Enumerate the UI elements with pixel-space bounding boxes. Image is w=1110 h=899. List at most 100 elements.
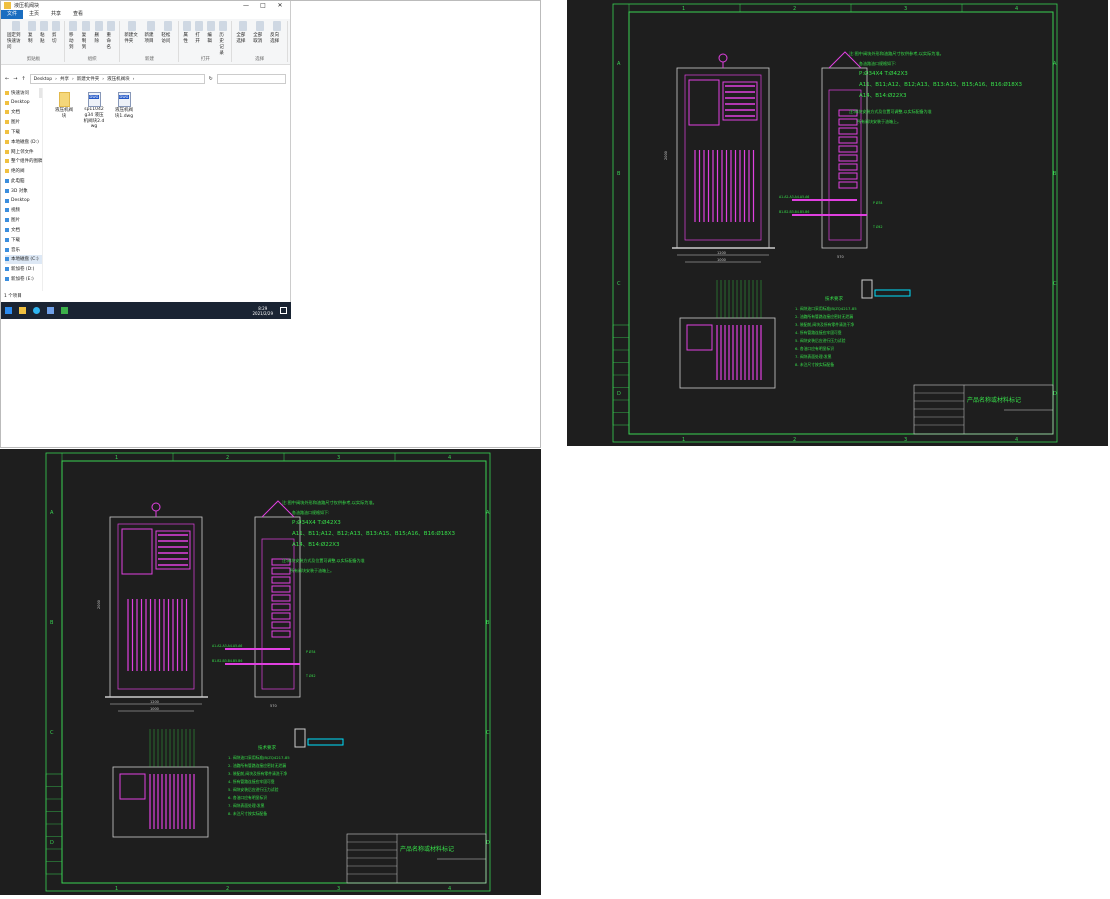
maximize-button[interactable]: □ xyxy=(256,2,270,9)
ribbon-group-label: 打开 xyxy=(200,57,210,62)
file-item[interactable]: 液压机阀块 xyxy=(53,92,75,287)
nav-item-label: 文档 xyxy=(11,228,20,234)
back-icon[interactable]: ← xyxy=(5,76,9,82)
ribbon-button[interactable]: 复制到 xyxy=(82,21,91,50)
tab-share[interactable]: 共享 xyxy=(45,10,67,19)
nav-item[interactable]: 音乐 xyxy=(5,245,42,255)
ribbon-button[interactable]: 轻松访问 xyxy=(161,21,174,44)
ribbon-button[interactable]: 属性 xyxy=(183,21,192,44)
nav-item[interactable]: 快速访问 xyxy=(5,88,42,98)
column-label: 4 xyxy=(1015,6,1018,12)
nav-item[interactable]: 绝的阀 xyxy=(5,166,42,176)
document-taskbar-icon[interactable] xyxy=(47,307,54,314)
nav-item[interactable]: 整个组件的图稿 xyxy=(5,157,42,167)
clock[interactable]: 8:29 2021/2/29 xyxy=(252,306,273,316)
ribbon-button-icon xyxy=(52,21,61,31)
browser-taskbar-icon[interactable] xyxy=(33,307,40,314)
ribbon-button[interactable]: 新建文件夹 xyxy=(124,21,140,44)
refresh-icon[interactable]: ↻ xyxy=(209,76,213,82)
file-item[interactable]: DWG sp11042g34 液压机阀块2.dwg xyxy=(83,92,105,287)
nav-item[interactable]: 本地磁盘 (D:) xyxy=(5,137,42,147)
drive-icon xyxy=(5,267,9,272)
nav-item[interactable]: 新加卷 (D:) xyxy=(5,264,42,274)
nav-item[interactable]: 图片 xyxy=(5,215,42,225)
ribbon-button[interactable]: 移动到 xyxy=(69,21,78,50)
spreadsheet-taskbar-icon[interactable] xyxy=(61,307,68,314)
port-label: P Ø34 xyxy=(306,649,316,654)
ribbon-button[interactable]: 全部取消 xyxy=(253,21,266,44)
dimension-label: 1200 xyxy=(717,251,726,255)
chevron-right-icon: › xyxy=(132,76,135,82)
ribbon-button-icon xyxy=(69,21,78,31)
ribbon-button[interactable]: 反向选择 xyxy=(270,21,283,44)
dwg-file-icon: DWG xyxy=(87,92,101,107)
tab-view[interactable]: 查看 xyxy=(67,10,89,19)
cad-text: 技术要求 xyxy=(258,744,276,751)
breadcrumb-item[interactable]: 新建文件夹 xyxy=(77,76,100,82)
ribbon-button-icon xyxy=(255,21,264,31)
file-item[interactable]: DWG 液压机阀块1.dwg xyxy=(113,92,135,287)
nav-item[interactable]: 下载 xyxy=(5,235,42,245)
side-valve xyxy=(838,163,858,171)
tab-file[interactable]: 文件 xyxy=(1,10,24,19)
ribbon-button[interactable]: 粘贴 xyxy=(40,21,49,44)
port-label: B1.B2.B3.B4.B5.B6 xyxy=(212,659,242,663)
ribbon-button-label: 删除 xyxy=(94,33,100,44)
nav-item[interactable]: 本地磁盘 (C:) xyxy=(5,254,42,265)
title-block xyxy=(913,384,1054,435)
column-label: 3 xyxy=(337,455,340,461)
ribbon-button-icon xyxy=(128,21,137,31)
ribbon-button[interactable]: 复制 xyxy=(28,21,37,44)
nav-item[interactable]: 3D 对象 xyxy=(5,186,42,196)
cad-drawing: 1 1 2 2 3 3 4 4 A A B B C C D D 1200 1000 2000 A1.A2.A3.A4.… xyxy=(45,452,491,892)
ribbon-button[interactable]: 重命名 xyxy=(107,21,116,50)
column-label: 2 xyxy=(226,455,229,461)
cad-text: P:Ø34X4 T:Ø42X3 xyxy=(292,519,341,526)
ribbon-button[interactable]: 编辑 xyxy=(207,21,216,44)
taskbar: 8:29 2021/2/29 xyxy=(1,302,291,319)
nav-item[interactable]: 新加卷 (E:) xyxy=(5,274,42,284)
cad-text: A14、B14:Ø22X3 xyxy=(859,92,907,99)
nav-item[interactable]: Desktop xyxy=(5,98,42,108)
folder-icon xyxy=(4,2,11,9)
row-label: C xyxy=(617,281,621,287)
nav-item[interactable]: 视频 xyxy=(5,206,42,216)
nav-item[interactable]: 此电脑 xyxy=(5,176,42,186)
minimize-button[interactable]: — xyxy=(239,2,253,9)
nav-item[interactable]: 文档 xyxy=(5,225,42,235)
drive-icon xyxy=(5,277,9,282)
ribbon-button[interactable]: 新建项目 xyxy=(144,21,157,44)
dimension-label: 2000 xyxy=(97,600,101,609)
nav-item-label: Desktop xyxy=(11,198,30,204)
breadcrumb-item[interactable]: 共享 xyxy=(60,76,69,82)
search-input[interactable] xyxy=(216,74,286,84)
up-icon[interactable]: ↑ xyxy=(21,76,25,82)
breadcrumb-item[interactable]: Desktop xyxy=(34,77,53,82)
nav-item-label: 网上邻文件 xyxy=(11,149,34,155)
ribbon-button[interactable]: 剪切 xyxy=(52,21,61,44)
nav-item[interactable]: 下载 xyxy=(5,127,42,137)
tech-requirement: 5. 阀块安装后应进行压力试验 xyxy=(228,787,279,792)
notification-icon[interactable] xyxy=(280,307,287,314)
nav-scrollbar[interactable] xyxy=(39,88,42,98)
nav-item[interactable]: Desktop xyxy=(5,196,42,206)
title-block-name: 产品名称或材料标记 xyxy=(400,845,454,853)
close-button[interactable]: ✕ xyxy=(273,2,287,9)
nav-item[interactable]: 网上邻文件 xyxy=(5,147,42,157)
ribbon-button[interactable]: 打开 xyxy=(195,21,204,44)
tab-home[interactable]: 主页 xyxy=(23,10,45,19)
start-icon[interactable] xyxy=(5,307,12,314)
nav-item[interactable]: 文档 xyxy=(5,108,42,118)
ribbon-button[interactable]: 删除 xyxy=(94,21,103,44)
ribbon-button[interactable]: 固定到快速访问 xyxy=(7,21,24,50)
address-bar[interactable]: Desktop › 共享 › 新建文件夹 › 液压机阀块 › xyxy=(29,74,205,84)
nav-item-label: 绝的阀 xyxy=(11,169,25,175)
explorer-taskbar-icon[interactable] xyxy=(19,307,26,314)
column-label: 3 xyxy=(904,6,907,12)
ribbon-button[interactable]: 历史记录 xyxy=(219,21,228,56)
forward-icon[interactable]: → xyxy=(13,76,17,82)
nav-item[interactable]: 图片 xyxy=(5,117,42,127)
folder-icon xyxy=(5,149,9,154)
breadcrumb-item[interactable]: 液压机阀块 xyxy=(107,76,130,82)
ribbon-button[interactable]: 全部选择 xyxy=(236,21,249,44)
